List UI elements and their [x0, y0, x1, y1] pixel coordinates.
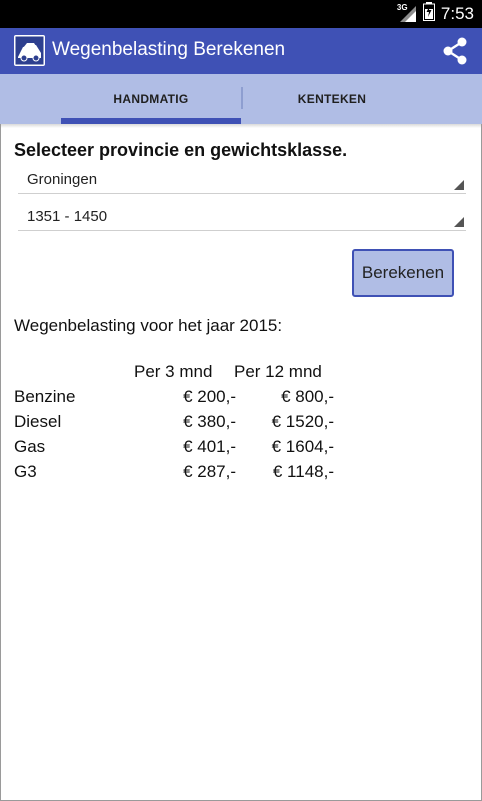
weight-class-spinner[interactable]: 1351 - 1450 — [18, 197, 466, 231]
result-title: Wegenbelasting voor het jaar 2015: — [14, 316, 283, 335]
province-value: Groningen — [27, 171, 98, 188]
row-label-g3: G3 — [14, 462, 37, 481]
network-label: 3G — [396, 3, 408, 12]
benzine-per-12: € 800,- — [281, 387, 334, 406]
calculate-button[interactable]: Berekenen — [352, 249, 454, 297]
car-logo-icon — [14, 35, 45, 66]
benzine-per-3: € 200,- — [183, 387, 236, 406]
tab-handmatig[interactable]: HANDMATIG — [61, 74, 241, 124]
weight-class-value: 1351 - 1450 — [27, 208, 108, 225]
diesel-per-12: € 1520,- — [271, 412, 334, 431]
gas-per-3: € 401,- — [183, 437, 236, 456]
diesel-per-3: € 380,- — [183, 412, 236, 431]
row-label-gas: Gas — [14, 437, 46, 456]
tab-shadow — [0, 124, 482, 128]
status-icons: 3G 7:53 — [396, 2, 474, 26]
tab-bar: HANDMATIG KENTEKEN — [0, 74, 482, 124]
status-bar: 3G 7:53 — [0, 0, 482, 28]
col-header-3-months: Per 3 mnd — [134, 362, 213, 381]
dropdown-caret-icon — [454, 217, 464, 227]
app-title: Wegenbelasting Berekenen — [52, 39, 286, 60]
g3-per-3: € 287,- — [183, 462, 236, 481]
form-heading: Selecteer provincie en gewichtsklasse. — [14, 140, 348, 160]
tab-kenteken[interactable]: KENTEKEN — [242, 74, 422, 124]
status-time: 7:53 — [440, 4, 474, 23]
row-label-diesel: Diesel — [14, 412, 62, 431]
gas-per-12: € 1604,- — [271, 437, 334, 456]
app-bar: Wegenbelasting Berekenen — [0, 28, 482, 74]
g3-per-12: € 1148,- — [272, 462, 334, 481]
battery-icon — [422, 2, 435, 26]
signal-icon: 3G — [396, 3, 417, 23]
province-spinner[interactable]: Groningen — [18, 160, 466, 194]
row-label-benzine: Benzine — [14, 387, 76, 406]
dropdown-caret-icon — [454, 180, 464, 190]
share-icon[interactable] — [438, 34, 472, 68]
col-header-12-months: Per 12 mnd — [234, 362, 322, 381]
